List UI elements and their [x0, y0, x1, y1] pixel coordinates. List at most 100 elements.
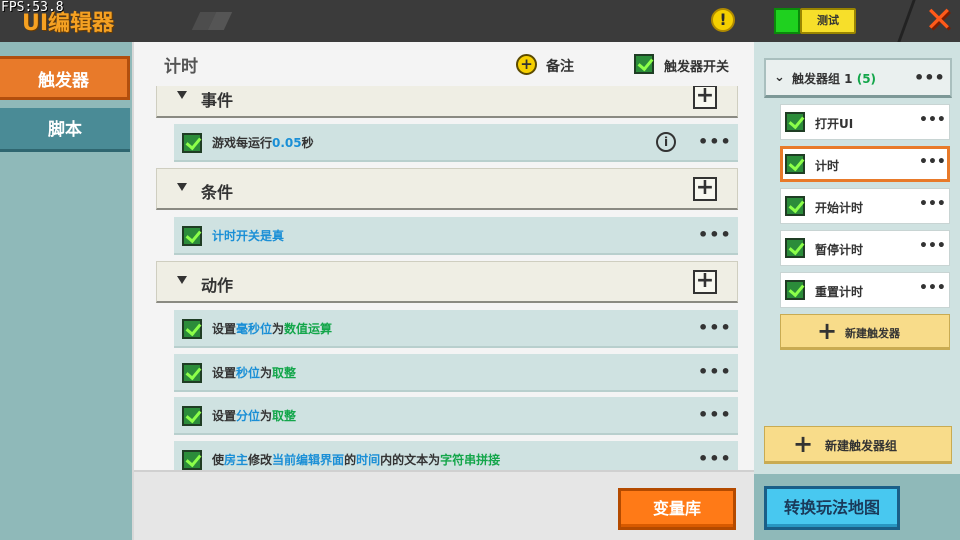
trigger-editor-panel: 计时 + 备注 触发器开关 事件 + 游戏每运行0.05秒 i ••• 条件 + — [132, 42, 754, 540]
plain-text: 修改 — [248, 453, 273, 467]
highlighted-text[interactable]: 字符串拼接 — [440, 453, 500, 467]
test-button[interactable]: 测试 — [800, 8, 856, 34]
highlighted-text[interactable]: 秒位 — [236, 366, 260, 380]
row-text: 计时开关是真 — [212, 227, 284, 244]
trigger-item[interactable]: 暂停计时 ••• — [780, 230, 950, 266]
action-row[interactable]: 设置秒位为取整 ••• — [174, 354, 738, 392]
expand-icon — [177, 276, 187, 284]
expand-icon — [177, 91, 187, 99]
more-options-icon[interactable]: ••• — [919, 280, 946, 296]
section-label: 条件 — [201, 183, 234, 202]
action-row[interactable]: 设置分位为取整 ••• — [174, 397, 738, 435]
row-checkbox[interactable] — [182, 319, 202, 339]
trigger-label: 打开UI — [815, 117, 854, 131]
action-row[interactable]: 设置毫秒位为数值运算 ••• — [174, 310, 738, 348]
row-checkbox[interactable] — [182, 363, 202, 383]
info-icon[interactable]: i — [656, 132, 676, 152]
action-row[interactable]: 使房主修改当前编辑界面的时间内的文本为字符串拼接 ••• — [174, 441, 738, 470]
switch-game-map-button[interactable]: 转换玩法地图 — [764, 486, 900, 530]
nav-tab-scripts[interactable]: 脚本 — [0, 108, 130, 152]
add-action-button[interactable]: + — [693, 270, 717, 294]
highlighted-text[interactable]: 数值运算 — [284, 322, 332, 336]
plain-text: 设置 — [212, 366, 237, 380]
trigger-group-header[interactable]: ⌄ 触发器组 1 (5) ••• — [764, 58, 952, 98]
plain-text: 为 — [260, 409, 273, 423]
add-event-button[interactable]: + — [693, 86, 717, 109]
highlighted-text[interactable]: 房主 — [224, 453, 248, 467]
row-text: 设置秒位为取整 — [212, 364, 296, 381]
panel-footer: 变量库 — [134, 470, 754, 540]
warning-icon[interactable]: ! — [711, 8, 735, 32]
trigger-label: 重置计时 — [815, 285, 864, 299]
note-label: 备注 — [546, 59, 574, 75]
row-checkbox[interactable] — [182, 226, 202, 246]
row-text: 游戏每运行0.05秒 — [212, 134, 314, 151]
trigger-toggle[interactable]: 触发器开关 — [634, 54, 729, 75]
more-options-icon[interactable]: ••• — [698, 449, 732, 468]
row-checkbox[interactable] — [182, 450, 202, 470]
event-row[interactable]: 游戏每运行0.05秒 i ••• — [174, 124, 738, 162]
section-header-actions[interactable]: 动作 + — [156, 261, 738, 303]
row-text: 使房主修改当前编辑界面的时间内的文本为字符串拼接 — [212, 451, 500, 468]
new-trigger-group-label: 新建触发器组 — [825, 439, 898, 453]
plain-text: 游戏每运行 — [212, 136, 273, 150]
plain-text: 设置 — [212, 322, 237, 336]
trigger-list-panel: ⌄ 触发器组 1 (5) ••• 打开UI ••• 计时 ••• 开始计时 ••… — [754, 42, 960, 540]
plain-text: 设置 — [212, 409, 237, 423]
variable-library-button[interactable]: 变量库 — [618, 488, 736, 530]
row-checkbox[interactable] — [182, 133, 202, 153]
trigger-checkbox[interactable] — [785, 238, 805, 258]
highlighted-text[interactable]: 分位 — [236, 409, 260, 423]
more-options-icon[interactable]: ••• — [919, 238, 946, 254]
trigger-content-scroll[interactable]: 事件 + 游戏每运行0.05秒 i ••• 条件 + 计时开关是真 ••• 动作… — [134, 86, 754, 470]
add-condition-button[interactable]: + — [693, 177, 717, 201]
plain-text: 的 — [344, 453, 357, 467]
section-header-conditions[interactable]: 条件 + — [156, 168, 738, 210]
trigger-item[interactable]: 重置计时 ••• — [780, 272, 950, 308]
more-options-icon[interactable]: ••• — [919, 112, 946, 128]
more-options-icon[interactable]: ••• — [698, 318, 732, 337]
fps-counter: FPS:53.8 — [1, 0, 64, 15]
left-nav: 触发器 脚本 — [0, 42, 132, 540]
more-options-icon[interactable]: ••• — [919, 154, 946, 170]
trigger-item[interactable]: 开始计时 ••• — [780, 188, 950, 224]
highlighted-text[interactable]: 取整 — [272, 409, 296, 423]
section-header-events[interactable]: 事件 + — [156, 86, 738, 118]
highlighted-text[interactable]: 时间 — [356, 453, 380, 467]
highlighted-text[interactable]: 毫秒位 — [236, 322, 272, 336]
new-trigger-group-button[interactable]: + 新建触发器组 — [764, 426, 952, 464]
more-options-icon[interactable]: ••• — [698, 362, 732, 381]
more-options-icon[interactable]: ••• — [698, 405, 732, 424]
row-text: 设置毫秒位为数值运算 — [212, 320, 332, 337]
trigger-checkbox[interactable] — [785, 196, 805, 216]
trigger-toggle-checkbox[interactable] — [634, 54, 654, 74]
more-options-icon[interactable]: ••• — [698, 225, 732, 244]
section-label: 事件 — [201, 91, 234, 110]
trigger-group-label: 触发器组 1 (5) — [792, 72, 877, 86]
new-trigger-button[interactable]: + 新建触发器 — [780, 314, 950, 350]
highlighted-text[interactable]: 当前编辑界面 — [272, 453, 344, 467]
more-options-icon[interactable]: ••• — [919, 196, 946, 212]
expand-icon — [177, 183, 187, 191]
nav-tab-triggers[interactable]: 触发器 — [0, 56, 130, 100]
row-checkbox[interactable] — [182, 406, 202, 426]
trigger-checkbox[interactable] — [785, 112, 805, 132]
trigger-checkbox[interactable] — [785, 280, 805, 300]
highlighted-text[interactable]: 0.05 — [272, 136, 302, 150]
panel-header: 计时 + 备注 触发器开关 — [134, 42, 754, 86]
condition-row[interactable]: 计时开关是真 ••• — [174, 217, 738, 255]
trigger-checkbox[interactable] — [785, 154, 805, 174]
close-icon[interactable]: ✕ — [922, 2, 956, 38]
highlighted-text[interactable]: 取整 — [272, 366, 296, 380]
more-options-icon[interactable]: ••• — [698, 132, 732, 151]
row-text: 设置分位为取整 — [212, 407, 296, 424]
plus-icon: + — [817, 317, 838, 345]
add-note-icon: + — [516, 54, 537, 75]
more-options-icon[interactable]: ••• — [914, 68, 945, 87]
trigger-item-selected[interactable]: 计时 ••• — [780, 146, 950, 182]
trigger-item[interactable]: 打开UI ••• — [780, 104, 950, 140]
trigger-toggle-label: 触发器开关 — [664, 60, 730, 75]
section-label: 动作 — [201, 276, 234, 295]
trigger-label: 开始计时 — [815, 201, 864, 215]
highlighted-text[interactable]: 计时开关是真 — [212, 229, 284, 243]
